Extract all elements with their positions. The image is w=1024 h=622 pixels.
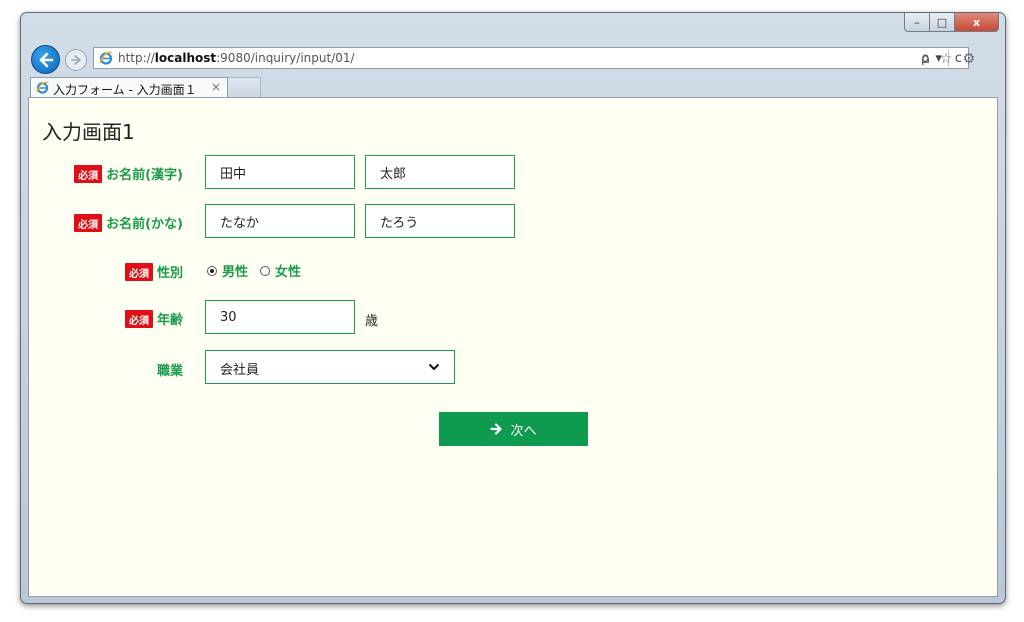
ie-logo-icon: [36, 81, 49, 94]
close-button[interactable]: x: [955, 13, 999, 32]
age-label-text: 年齢: [156, 313, 183, 328]
chevron-down-icon: [429, 364, 439, 370]
name-kanji-label-text: お名前(漢字): [106, 168, 183, 183]
gender-label: 必須 性別: [124, 262, 183, 281]
last-name-kanji-input[interactable]: [205, 155, 355, 189]
page-content: 入力画面1 必須 お名前(漢字) 必須 お名前(かな) 必須 性別 男性 女性 …: [28, 97, 998, 597]
gender-label-text: 性別: [156, 266, 183, 281]
tab-strip: 入力フォーム - 入力画面１ ×: [21, 75, 1005, 97]
address-url: http://localhost:9080/inquiry/input/01/: [118, 51, 355, 65]
age-label: 必須 年齢: [124, 309, 183, 328]
gender-radio-group: 男性 女性: [207, 261, 301, 280]
minimize-button[interactable]: –: [904, 13, 930, 32]
name-kanji-label: 必須 お名前(漢字): [74, 164, 183, 183]
name-kana-label-text: お名前(かな): [106, 217, 183, 232]
window-caption-buttons: – □ x: [904, 13, 999, 32]
age-input[interactable]: [205, 300, 355, 334]
forward-button[interactable]: [65, 49, 87, 71]
job-label-text: 職業: [156, 364, 183, 379]
maximize-button[interactable]: □: [930, 13, 955, 32]
url-host: localhost: [154, 51, 217, 65]
tab-close-icon[interactable]: ×: [211, 80, 221, 94]
gender-option-female[interactable]: 女性: [275, 261, 301, 280]
tab-active[interactable]: 入力フォーム - 入力画面１ ×: [30, 77, 228, 97]
browser-toolbar-icons: ⌂ ☆ ⚙: [921, 51, 975, 67]
age-unit: 歳: [365, 314, 379, 329]
url-path: :9080/inquiry/input/01/: [216, 51, 355, 65]
gender-option-male[interactable]: 男性: [222, 261, 248, 280]
ie-logo-icon: [99, 51, 113, 65]
address-bar[interactable]: http://localhost:9080/inquiry/input/01/ …: [93, 47, 969, 69]
arrow-right-icon: [71, 55, 81, 65]
next-button[interactable]: 次へ: [439, 412, 588, 446]
star-icon[interactable]: ☆: [940, 51, 953, 67]
gender-radio-male[interactable]: [207, 265, 217, 276]
required-badge: 必須: [74, 164, 103, 183]
arrow-right-icon: [490, 423, 503, 435]
last-name-kana-input[interactable]: [205, 204, 355, 238]
home-icon[interactable]: ⌂: [921, 51, 930, 67]
url-prefix: http://: [118, 51, 155, 65]
first-name-kana-input[interactable]: [365, 204, 515, 238]
tab-title: 入力フォーム - 入力画面１: [53, 83, 197, 97]
page-title: 入力画面1: [42, 120, 135, 144]
job-select-value: 会社員: [220, 363, 260, 378]
navigation-bar: http://localhost:9080/inquiry/input/01/ …: [21, 44, 1005, 74]
job-label: 職業: [157, 360, 183, 379]
arrow-left-icon: [39, 52, 53, 67]
gender-radio-female[interactable]: [260, 265, 271, 276]
name-kana-label: 必須 お名前(かな): [74, 213, 183, 232]
back-button[interactable]: [31, 45, 60, 74]
browser-window: – □ x http://localhost:9080/inquiry/inpu…: [20, 12, 1006, 604]
first-name-kanji-input[interactable]: [365, 155, 515, 189]
required-badge: 必須: [124, 262, 153, 281]
gear-icon[interactable]: ⚙: [962, 51, 975, 67]
new-tab-button[interactable]: [228, 77, 261, 97]
next-button-label: 次へ: [510, 423, 537, 439]
job-select[interactable]: 会社員: [205, 350, 455, 384]
required-badge: 必須: [124, 309, 153, 328]
required-badge: 必須: [74, 213, 103, 232]
